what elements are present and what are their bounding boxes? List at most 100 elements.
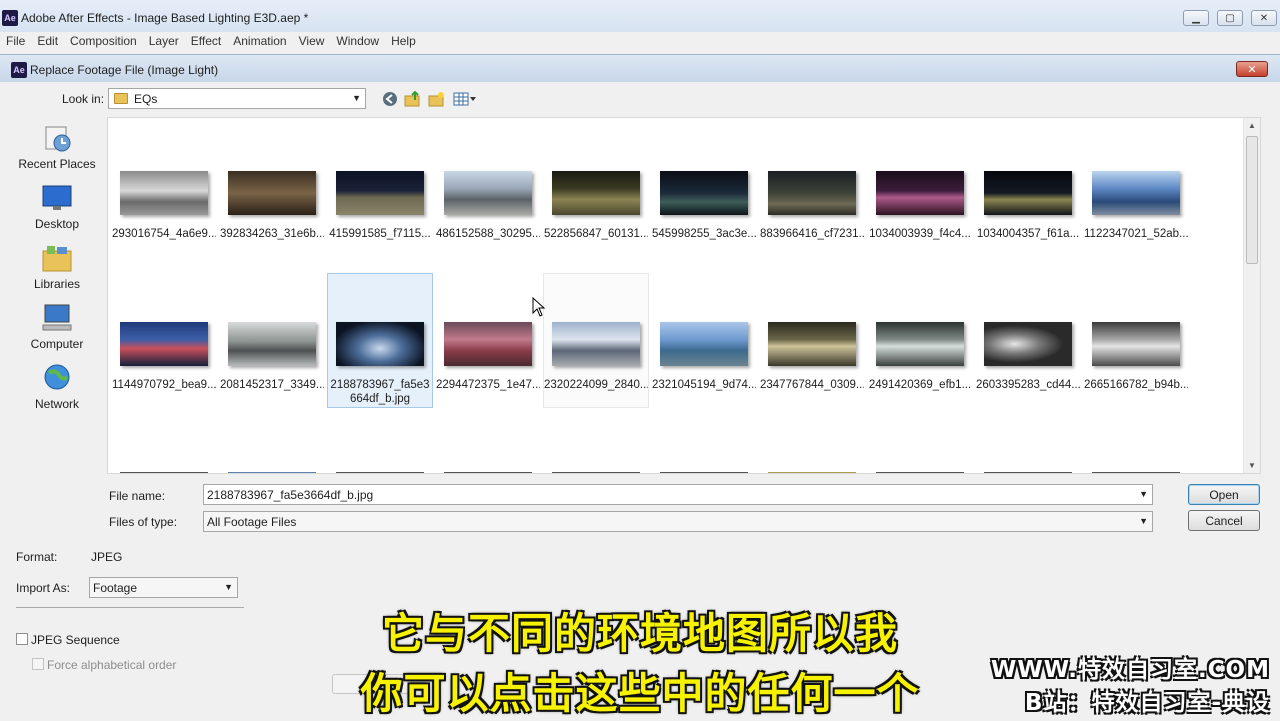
file-tile-hovered[interactable]: 2320224099_2840... — [543, 273, 649, 408]
file-name-label: 2603395283_cd44... — [976, 379, 1080, 391]
menu-view[interactable]: View — [299, 34, 325, 48]
maximize-icon: ▢ — [1225, 12, 1235, 24]
back-button[interactable] — [381, 90, 399, 108]
close-icon: ✕ — [1247, 63, 1257, 76]
file-tile[interactable]: 2081452317_3349... — [219, 274, 325, 409]
look-in-value: EQs — [134, 91, 158, 106]
open-button[interactable]: Open — [1188, 484, 1260, 505]
file-tile[interactable]: 1144970792_bea9... — [111, 274, 217, 409]
file-name-label: 415991585_f7115... — [329, 228, 431, 240]
import-as-label: Import As: — [16, 581, 71, 595]
recent-places-icon — [41, 123, 73, 153]
mouse-cursor-icon — [532, 297, 546, 317]
format-label: Format: — [16, 550, 58, 564]
folder-icon — [114, 93, 128, 104]
import-as-select[interactable]: Footage ▼ — [89, 577, 238, 598]
computer-icon — [41, 303, 73, 333]
menu-help[interactable]: Help — [391, 34, 416, 48]
file-name-label: 1034003939_f4c4... — [869, 228, 971, 240]
file-thumbnail-partial — [552, 472, 640, 473]
look-in-label: Look in: — [62, 92, 105, 106]
file-tile[interactable]: 1034004357_f61a... — [975, 123, 1081, 258]
file-thumbnail — [228, 171, 316, 215]
file-tile[interactable]: 2603395283_cd44... — [975, 274, 1081, 409]
file-name-label: 2491420369_efb1... — [868, 379, 972, 391]
file-list-pane[interactable]: 293016754_4a6e9... 392834263_31e6b... 41… — [107, 117, 1261, 474]
place-label: Desktop — [34, 217, 80, 231]
file-tile[interactable]: 2491420369_efb1... — [867, 274, 973, 409]
scroll-up-icon[interactable]: ▲ — [1248, 121, 1256, 130]
chevron-down-icon[interactable]: ▼ — [1139, 489, 1148, 499]
view-menu-button[interactable] — [452, 90, 478, 108]
menu-composition[interactable]: Composition — [70, 34, 137, 48]
menu-animation[interactable]: Animation — [233, 34, 286, 48]
file-thumbnail — [552, 171, 640, 215]
file-tile[interactable]: 2294472375_1e47... — [435, 274, 541, 409]
place-label: Libraries — [33, 277, 81, 291]
menu-layer[interactable]: Layer — [149, 34, 179, 48]
file-thumbnail-partial — [120, 472, 208, 473]
app-titlebar: Ae Adobe After Effects - Image Based Lig… — [0, 0, 1280, 32]
file-thumbnail — [444, 322, 532, 366]
minimize-button[interactable]: ▁ — [1183, 10, 1209, 26]
file-thumbnail — [984, 322, 1072, 366]
scrollbar-thumb[interactable] — [1246, 136, 1258, 264]
file-thumbnail — [876, 171, 964, 215]
file-tile[interactable]: 2321045194_9d74... — [651, 274, 757, 409]
file-name-label: 1122347021_52ab... — [1084, 228, 1188, 240]
file-tile[interactable]: 486152588_30295... — [435, 123, 541, 258]
menu-effect[interactable]: Effect — [191, 34, 221, 48]
cancel-button[interactable]: Cancel — [1188, 510, 1260, 531]
place-libraries[interactable]: Libraries — [10, 243, 104, 301]
network-icon — [41, 363, 73, 393]
file-tile[interactable]: 392834263_31e6b... — [219, 123, 325, 258]
chevron-down-icon: ▼ — [224, 582, 233, 592]
after-effects-logo: Ae — [11, 62, 27, 78]
menu-file[interactable]: File — [6, 34, 25, 48]
file-thumbnail — [984, 171, 1072, 215]
up-folder-icon — [404, 91, 420, 107]
file-tile[interactable]: 883966416_cf7231... — [759, 123, 865, 258]
look-in-combo[interactable]: EQs ▼ — [108, 88, 366, 109]
file-tile[interactable]: 1122347021_52ab... — [1083, 123, 1189, 258]
file-thumbnail — [1092, 322, 1180, 366]
file-tile[interactable]: 522856847_60131... — [543, 123, 649, 258]
file-tile[interactable]: 415991585_f7115... — [327, 123, 433, 258]
file-type-select[interactable]: All Footage Files ▼ — [203, 511, 1153, 532]
place-computer[interactable]: Computer — [10, 303, 104, 361]
file-tile[interactable]: 2347767844_0309... — [759, 274, 865, 409]
after-effects-logo: Ae — [2, 10, 18, 26]
place-network[interactable]: Network — [10, 363, 104, 421]
file-tile[interactable]: 545998255_3ac3e... — [651, 123, 757, 258]
scroll-down-icon[interactable]: ▼ — [1248, 461, 1256, 470]
menu-edit[interactable]: Edit — [37, 34, 58, 48]
file-thumbnail — [660, 171, 748, 215]
app-close-button[interactable]: ✕ — [1251, 10, 1277, 26]
file-thumbnail — [768, 322, 856, 366]
up-folder-button[interactable] — [404, 90, 422, 108]
new-folder-button[interactable] — [428, 90, 446, 108]
file-tile[interactable]: 293016754_4a6e9... — [111, 123, 217, 258]
file-thumbnail-partial — [660, 472, 748, 473]
vertical-scrollbar[interactable]: ▲ ▼ — [1243, 118, 1260, 473]
menu-window[interactable]: Window — [336, 34, 379, 48]
file-thumbnail — [336, 322, 424, 366]
file-name-label: 545998255_3ac3e... — [652, 228, 756, 240]
file-thumbnail — [1092, 171, 1180, 215]
place-recent[interactable]: Recent Places — [10, 123, 104, 181]
file-thumbnail-partial — [768, 472, 856, 473]
place-desktop[interactable]: Desktop — [10, 183, 104, 241]
file-tile-selected[interactable]: 2188783967_fa5e3664df_b.jpg — [327, 273, 433, 408]
file-tile[interactable]: 2665166782_b94b... — [1083, 274, 1189, 409]
view-grid-icon — [453, 92, 476, 106]
file-thumbnail-partial — [1092, 472, 1180, 473]
menubar: File Edit Composition Layer Effect Anima… — [0, 32, 1280, 49]
file-name-input[interactable]: 2188783967_fa5e3664df_b.jpg ▼ — [203, 484, 1153, 505]
file-thumbnail-partial — [876, 472, 964, 473]
dialog-close-button[interactable]: ✕ — [1236, 61, 1268, 77]
maximize-button[interactable]: ▢ — [1217, 10, 1243, 26]
file-name-label: 2081452317_3349... — [220, 379, 324, 391]
watermark-line-1: WWW.特效自习室.COM — [990, 657, 1270, 683]
back-arrow-icon — [383, 92, 397, 106]
file-tile[interactable]: 1034003939_f4c4... — [867, 123, 973, 258]
